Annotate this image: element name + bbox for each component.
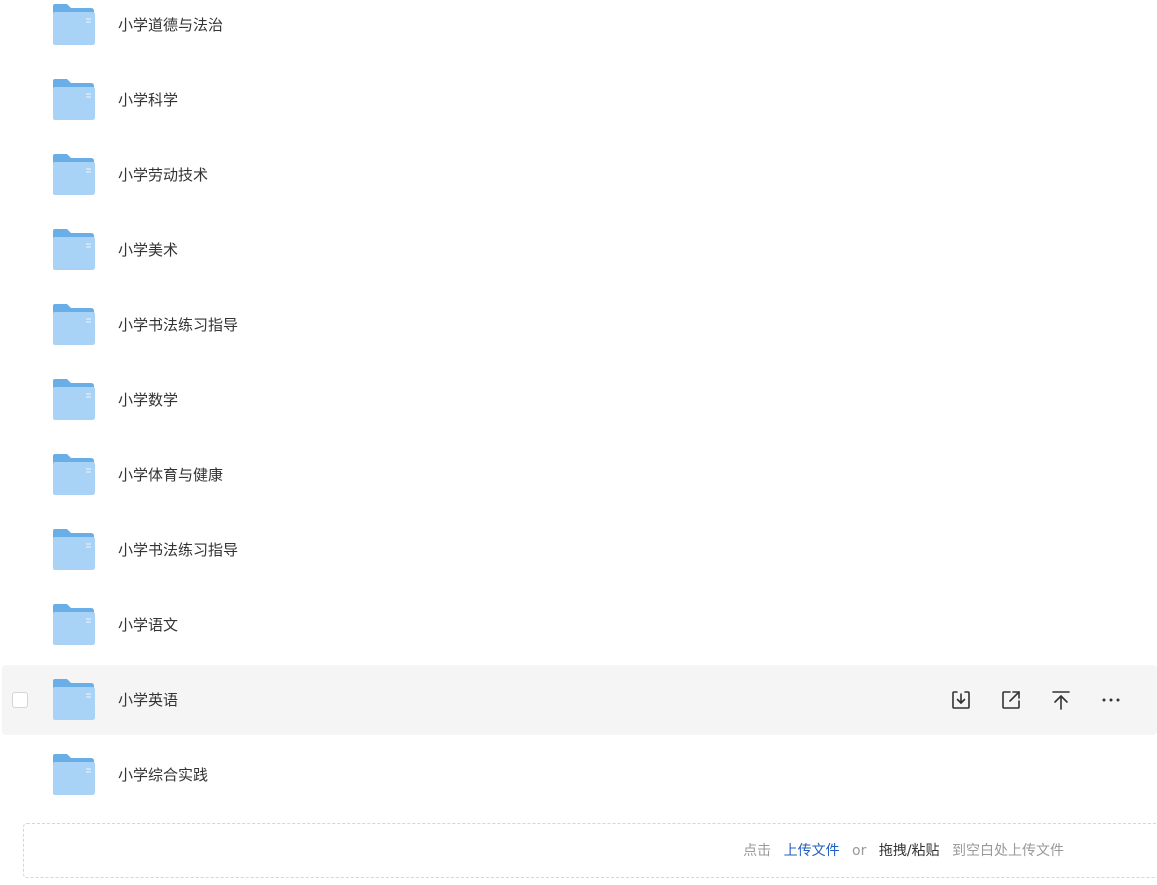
file-row[interactable]: 小学劳动技术 (2, 140, 1157, 210)
upload-hint: 点击 上传文件 or 拖拽/粘贴 到空白处上传文件 (739, 824, 1068, 879)
folder-icon (50, 752, 96, 798)
file-name[interactable]: 小学数学 (118, 365, 178, 435)
folder-icon (50, 302, 96, 348)
file-name[interactable]: 小学道德与法治 (118, 0, 223, 60)
file-name[interactable]: 小学劳动技术 (118, 140, 208, 210)
file-row[interactable]: 小学英语 (2, 665, 1157, 735)
file-row[interactable]: 小学书法练习指导 (2, 290, 1157, 360)
download-icon (950, 689, 972, 711)
file-name[interactable]: 小学美术 (118, 215, 178, 285)
folder-icon (50, 527, 96, 573)
upload-drop-zone[interactable]: 点击 上传文件 or 拖拽/粘贴 到空白处上传文件 (23, 823, 1157, 878)
upload-file-link[interactable]: 上传文件 (784, 843, 840, 859)
folder-icon (50, 227, 96, 273)
file-name[interactable]: 小学语文 (118, 590, 178, 660)
file-row[interactable]: 小学体育与健康 (2, 440, 1157, 510)
more-button[interactable] (1096, 685, 1126, 715)
more-icon (1100, 689, 1122, 711)
folder-icon (50, 677, 96, 723)
file-row[interactable]: 小学美术 (2, 215, 1157, 285)
upload-or-text: or (852, 843, 867, 859)
file-name[interactable]: 小学书法练习指导 (118, 290, 238, 360)
file-name[interactable]: 小学科学 (118, 65, 178, 135)
file-row[interactable]: 小学语文 (2, 590, 1157, 660)
file-row[interactable]: 小学科学 (2, 65, 1157, 135)
row-checkbox[interactable] (12, 692, 28, 708)
file-row[interactable]: 小学书法练习指导 (2, 515, 1157, 585)
folder-icon (50, 2, 96, 48)
file-row[interactable]: 小学道德与法治 (2, 0, 1157, 60)
file-name[interactable]: 小学书法练习指导 (118, 515, 238, 585)
file-name[interactable]: 小学体育与健康 (118, 440, 223, 510)
download-button[interactable] (946, 685, 976, 715)
folder-icon (50, 152, 96, 198)
file-row[interactable]: 小学综合实践 (2, 740, 1157, 810)
upload-suffix-text: 到空白处上传文件 (952, 843, 1064, 859)
file-name[interactable]: 小学英语 (118, 665, 178, 735)
share-button[interactable] (996, 685, 1026, 715)
file-row[interactable]: 小学数学 (2, 365, 1157, 435)
folder-icon (50, 377, 96, 423)
share-icon (1000, 689, 1022, 711)
move-to-top-button[interactable] (1046, 685, 1076, 715)
move-top-icon (1050, 689, 1072, 711)
upload-prefix-text: 点击 (743, 843, 772, 859)
folder-icon (50, 77, 96, 123)
folder-icon (50, 452, 96, 498)
folder-icon (50, 602, 96, 648)
file-name[interactable]: 小学综合实践 (118, 740, 208, 810)
drag-paste-text: 拖拽/粘贴 (878, 843, 940, 859)
